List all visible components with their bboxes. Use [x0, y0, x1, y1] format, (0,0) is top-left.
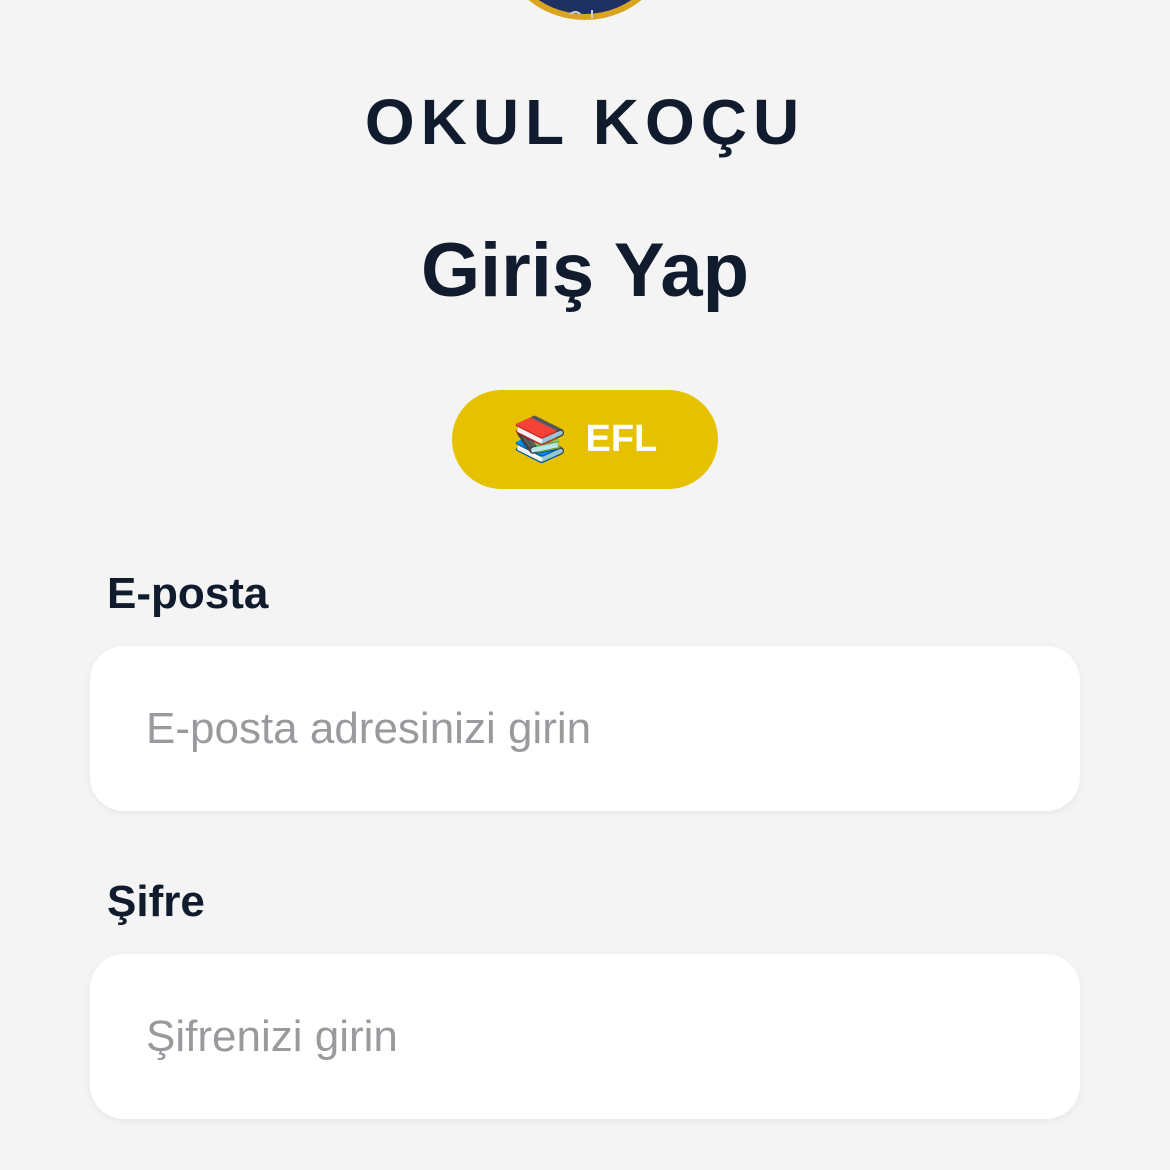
- email-field[interactable]: [90, 646, 1080, 811]
- page-title: Giriş Yap: [420, 228, 750, 313]
- password-field[interactable]: [90, 954, 1080, 1119]
- email-label: E-posta: [107, 569, 269, 618]
- badge-label: EFL: [585, 418, 658, 460]
- email-field-container: [90, 646, 1080, 811]
- password-label: Şifre: [107, 877, 205, 926]
- efl-badge[interactable]: 📚 EFL: [452, 390, 718, 489]
- password-field-container: [90, 954, 1080, 1119]
- app-name: OKUL KOÇU: [364, 86, 806, 158]
- school-logo: [500, 0, 670, 24]
- books-icon: 📚: [512, 414, 568, 464]
